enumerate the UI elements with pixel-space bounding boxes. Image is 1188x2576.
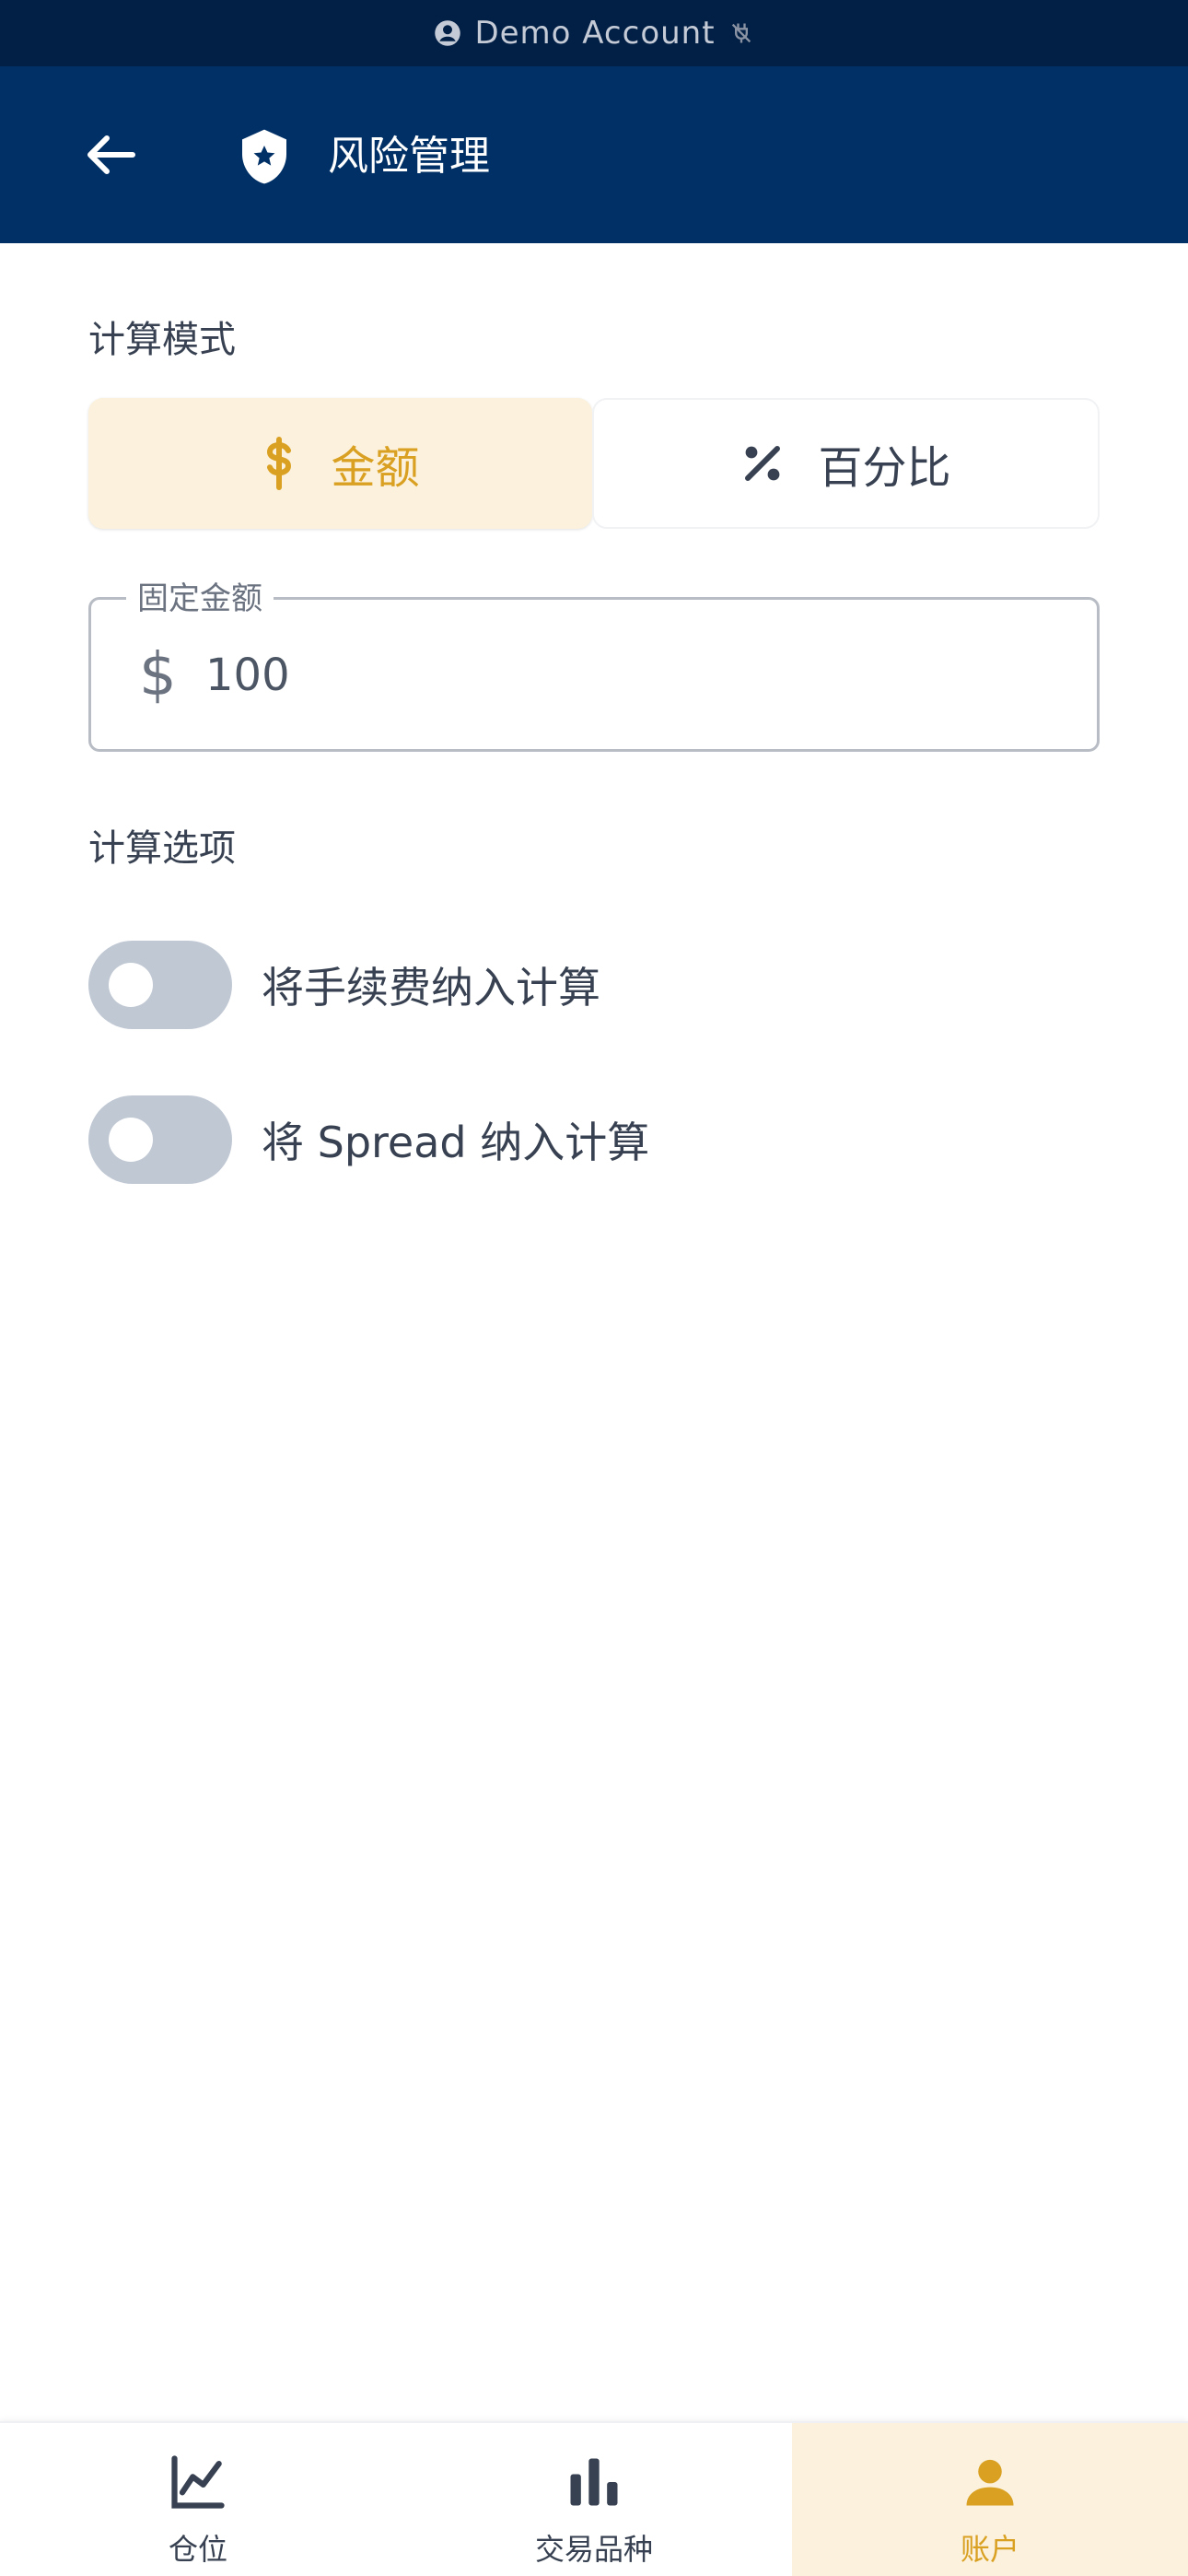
calc-mode-label: 计算模式 [88,319,236,361]
mode-percent-button[interactable]: 百分比 [592,398,1100,529]
page-title: 风险管理 [328,133,490,180]
toggle-knob [109,1118,153,1162]
percent-icon [740,441,785,486]
fixed-amount-label: 固定金额 [126,576,274,622]
fixed-amount-input[interactable] [205,648,1034,703]
dollar-icon [261,436,297,491]
account-label: Demo Account [474,15,716,52]
arrow-left-icon [87,135,135,174]
status-bar: Demo Account [0,0,1188,66]
nav-label-account: 账户 [960,2532,1019,2567]
commission-toggle[interactable] [88,941,232,1029]
mode-amount-label: 金额 [331,442,420,494]
spread-toggle[interactable] [88,1095,232,1184]
nav-item-account[interactable]: 账户 [792,2423,1188,2576]
nav-label-instruments: 交易品种 [534,2532,653,2567]
nav-item-positions[interactable]: 仓位 [0,2423,396,2576]
mode-percent-label: 百分比 [818,442,951,494]
mode-amount-button[interactable]: 金额 [88,398,592,529]
commission-toggle-label: 将手续费纳入计算 [262,963,600,1013]
toggle-row-commission: 将手续费纳入计算 [88,941,600,1029]
shield-star-icon [242,129,286,184]
calc-mode-segmented-control: 金额 百分比 [88,398,1100,529]
app-header: 风险管理 [0,66,1188,243]
toggle-row-spread: 将 Spread 纳入计算 [88,1095,649,1184]
spread-toggle-label: 将 Spread 纳入计算 [262,1118,650,1167]
bar-chart-icon [570,2458,618,2506]
line-chart-icon [171,2455,225,2509]
back-button[interactable] [77,127,144,182]
fixed-amount-field[interactable]: 固定金额 $ [88,576,1100,752]
nav-label-positions: 仓位 [168,2532,227,2567]
toggle-knob [109,963,153,1007]
person-icon [966,2459,1014,2506]
nav-item-instruments[interactable]: 交易品种 [396,2423,792,2576]
account-circle-icon [435,20,461,46]
risk-management-screen: Demo Account 风险管理 计算模式 金额 百分比 固定金额 $ 100… [0,0,1188,2576]
calc-options-label: 计算选项 [88,827,236,870]
disconnected-icon [731,23,751,43]
currency-symbol: $ [139,641,177,709]
bottom-navigation: 仓位 交易品种 账户 [0,2421,1188,2576]
